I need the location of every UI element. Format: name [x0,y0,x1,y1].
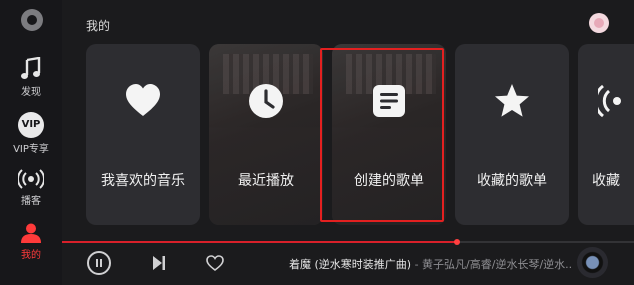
page-title: 我的 [86,19,111,33]
now-playing-info[interactable]: 着魔 (逆水寒时装推广曲) - 黄子弘凡/高睿/逆水长琴/逆水... [289,256,571,272]
vip-icon: VIP [18,112,44,138]
card-label: 收藏的歌单 [477,173,547,189]
heart-icon[interactable] [206,255,224,271]
person-icon [21,223,41,243]
playback-progress[interactable] [62,239,634,245]
heart-icon [126,84,160,116]
card-label: 我喜欢的音乐 [101,173,185,189]
sidebar-item-label: 发现 [21,87,41,98]
sidebar-item-vip[interactable]: VIP VIP专享 [0,112,62,155]
music-note-icon [21,57,41,79]
sidebar-item-label: 播客 [21,196,41,207]
star-icon [495,84,529,117]
album-art [332,44,446,225]
sidebar-item-label: VIP专享 [13,144,49,155]
album-disc[interactable] [577,247,608,278]
card-label: 创建的歌单 [354,173,424,189]
clock-icon [249,84,283,118]
card-label: 收藏 [592,173,620,189]
sidebar-item-label: 我的 [21,250,41,261]
pause-button[interactable] [87,251,111,275]
progress-fill [62,241,457,243]
sidebar-item-mine[interactable]: 我的 [0,222,62,261]
album-art [209,44,323,225]
card-liked-music[interactable]: 我喜欢的音乐 [86,44,200,225]
next-track-icon[interactable] [152,255,166,271]
card-saved-podcasts[interactable]: 收藏 [578,44,634,225]
card-created-playlists[interactable]: 创建的歌单 [332,44,446,225]
progress-handle[interactable] [453,239,460,245]
song-artist: - 黄子弘凡/高睿/逆水长琴/逆水... [411,258,571,271]
podcast-icon [18,169,44,189]
main-content: 我的 我喜欢的音乐 最近播放 创建的歌单 收藏的歌单 收藏 着魔 (逆水寒时装推… [62,0,634,285]
podcast-icon [598,84,621,118]
sidebar-item-discover[interactable]: 发现 [0,57,62,98]
sidebar: 发现 VIP VIP专享 播客 我的 [0,0,62,285]
playlist-icon [373,85,405,117]
sidebar-item-podcast[interactable]: 播客 [0,168,62,207]
card-recently-played[interactable]: 最近播放 [209,44,323,225]
player-bar: 着魔 (逆水寒时装推广曲) - 黄子弘凡/高睿/逆水长琴/逆水... [62,246,634,285]
avatar[interactable] [589,13,609,33]
song-title: 着魔 (逆水寒时装推广曲) [289,258,412,271]
card-saved-playlists[interactable]: 收藏的歌单 [455,44,569,225]
card-label: 最近播放 [238,173,294,189]
app-logo-icon[interactable] [21,9,43,31]
